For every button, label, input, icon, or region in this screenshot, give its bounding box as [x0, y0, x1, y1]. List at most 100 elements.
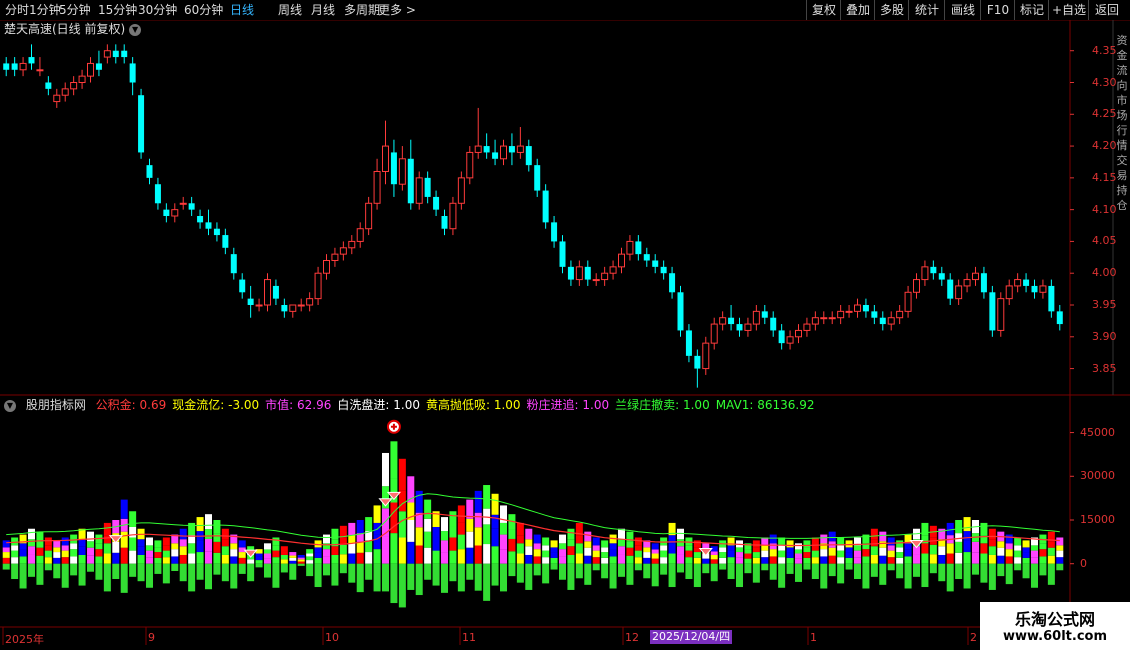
indicator-bar	[1056, 537, 1064, 571]
indicator-bar	[710, 546, 718, 582]
candle	[525, 139, 532, 172]
indicator-bar	[365, 517, 373, 580]
indicator-param-5: 粉庄进追: 1.00	[526, 398, 610, 412]
date-label: 12	[625, 631, 639, 644]
date-label: 11	[462, 631, 476, 644]
price-tick-label: 4.00	[1092, 266, 1117, 280]
watermark: 乐淘公式网 www.60lt.com	[980, 602, 1130, 650]
indicator-bar	[53, 540, 61, 579]
chart-canvas[interactable]: 资金流向市场行情交易持仓	[0, 0, 1130, 650]
indicator-bar	[896, 540, 904, 579]
side-strip-char: 行	[1117, 124, 1128, 137]
candle	[795, 324, 802, 344]
indicator-bar	[761, 537, 769, 571]
indicator-bar	[289, 552, 297, 580]
indicator-bar	[693, 540, 701, 588]
indicator-bar	[550, 540, 558, 570]
side-strip-char: 仓	[1117, 198, 1128, 212]
watermark-title: 乐淘公式网	[1014, 610, 1095, 629]
indicator-bar	[567, 528, 575, 590]
price-tick-label: 3.85	[1092, 361, 1117, 375]
candle	[272, 279, 279, 305]
indicator-bar	[61, 537, 69, 588]
indicator-bar	[879, 531, 887, 585]
candle	[314, 266, 322, 305]
candle	[1056, 305, 1063, 331]
indicator-bar	[19, 534, 27, 589]
candle	[289, 304, 297, 318]
candle	[1023, 273, 1030, 293]
indicator-param-1: 现金流亿: -3.00	[172, 398, 260, 412]
candle	[542, 184, 549, 229]
indicator-bar	[2, 540, 10, 570]
candle	[230, 247, 237, 280]
candle	[222, 228, 229, 255]
indicator-title-bar: ▼ 股朋指标网 公积金: 0.69 现金流亿: -3.00 市值: 62.96 白洗盘…	[4, 397, 820, 413]
candle	[483, 133, 490, 159]
indicator-bar	[264, 543, 271, 578]
candle	[761, 305, 768, 325]
price-tick-label: 4.35	[1092, 43, 1117, 57]
indicator-tick-label: 15000	[1080, 513, 1115, 526]
side-strip-char: 流	[1117, 63, 1128, 77]
candle	[323, 254, 330, 280]
indicator-bar	[643, 540, 651, 579]
indicator-bar	[1031, 537, 1038, 588]
indicator-bar	[154, 540, 162, 574]
indicator-bar	[516, 522, 524, 583]
date-label: 2025年	[5, 633, 44, 646]
candle	[78, 69, 86, 89]
watermark-url: www.60lt.com	[1002, 629, 1108, 644]
candle	[778, 324, 785, 350]
indicator-bar	[685, 537, 693, 580]
indicator-bar	[769, 534, 777, 580]
candle	[719, 311, 727, 331]
indicator-bar	[811, 537, 819, 580]
indicator-bar	[432, 511, 440, 586]
candle	[95, 50, 102, 77]
indicator-bar	[542, 537, 550, 584]
indicator-param-6: 兰绿庄撤卖: 1.00	[615, 398, 710, 412]
candle	[879, 311, 886, 331]
candle	[820, 311, 828, 325]
candle	[871, 305, 878, 325]
price-tick-label: 4.20	[1092, 139, 1117, 153]
indicator-bar	[575, 522, 583, 579]
indicator-bar	[980, 522, 988, 583]
candle	[930, 260, 937, 280]
diamond-signal-icon	[378, 498, 393, 507]
indicator-bar	[188, 522, 196, 592]
candle	[129, 57, 136, 96]
indicator-bar	[103, 522, 111, 592]
indicator-bar	[213, 520, 221, 575]
moving-average-line	[6, 76, 1060, 330]
candle	[449, 196, 457, 236]
indicator-bar	[651, 543, 659, 587]
candle	[575, 260, 583, 286]
indicator-bar	[508, 514, 516, 577]
candle	[19, 57, 27, 77]
candle	[474, 107, 482, 159]
candle	[694, 349, 701, 388]
candle	[163, 203, 170, 223]
side-strip-char: 交	[1117, 153, 1128, 167]
indicator-bar	[390, 441, 398, 604]
price-tick-label: 4.05	[1092, 234, 1117, 248]
candle	[845, 305, 853, 318]
candle	[1048, 279, 1055, 318]
indicator-bar	[525, 528, 533, 590]
indicator-bar	[129, 511, 137, 577]
indicator-bar	[559, 534, 566, 580]
candle	[247, 285, 254, 318]
candle	[3, 57, 10, 77]
mav1-line	[6, 493, 1060, 539]
candle	[45, 76, 52, 96]
indicator-bar	[457, 505, 465, 592]
candle	[407, 139, 414, 210]
candle	[609, 260, 617, 280]
candle	[87, 57, 94, 83]
chevron-down-icon[interactable]: ▼	[4, 399, 16, 412]
indicator-bar	[929, 525, 937, 574]
candle	[365, 196, 373, 236]
indicator-bar	[795, 543, 802, 582]
